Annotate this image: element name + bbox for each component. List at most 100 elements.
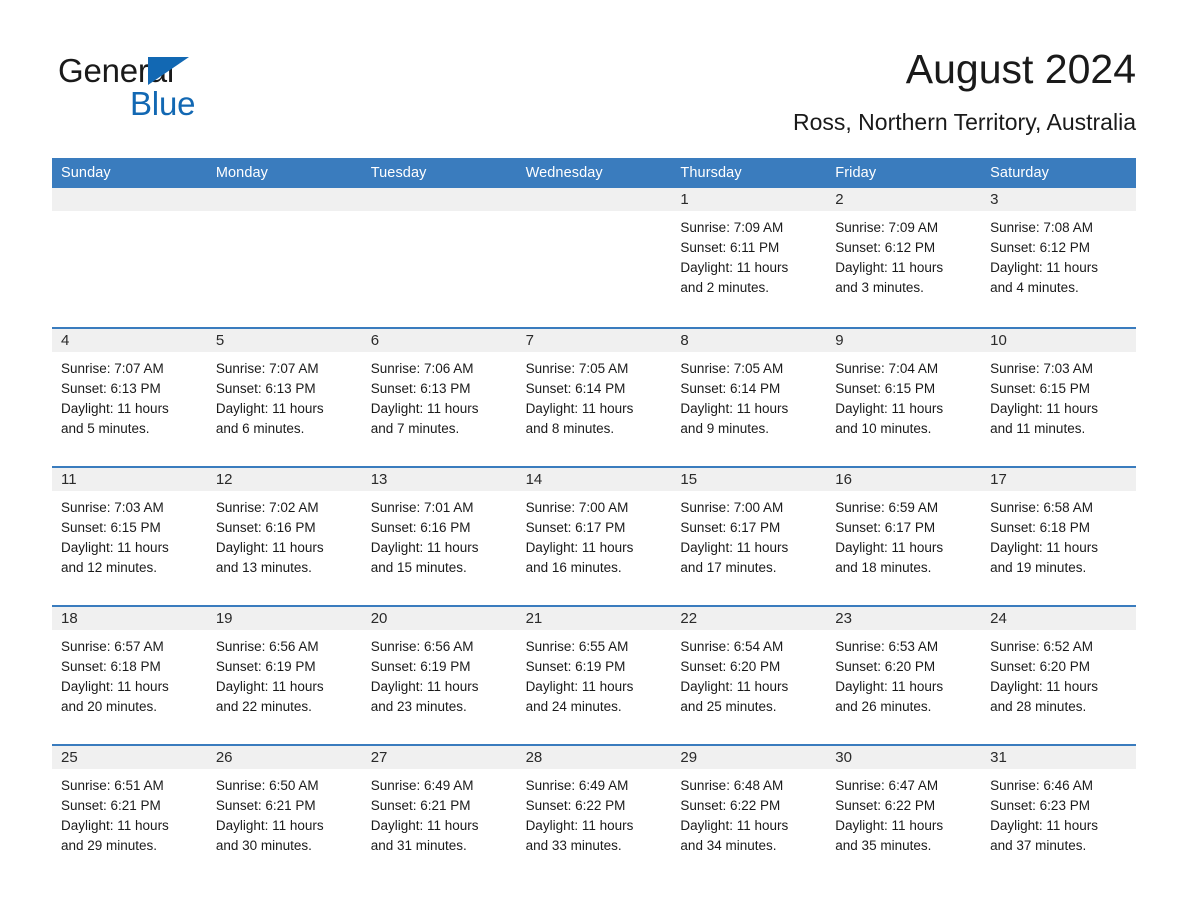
day-number: 29	[680, 748, 698, 766]
daylight-text: Daylight: 11 hours	[525, 818, 634, 833]
day-number: 28	[525, 748, 543, 766]
daylight-text: Daylight: 11 hours	[215, 401, 324, 416]
day-details	[362, 211, 517, 218]
day-cell[interactable]: 22 Sunrise: 6:54 AM Sunset: 6:20 PM Dayligh…	[671, 607, 827, 738]
sunrise-text: Sunrise: 6:56 AM	[215, 639, 319, 654]
daylight-text-cont: and 20 minutes.	[61, 699, 158, 714]
sunset-text: Sunset: 6:21 PM	[61, 798, 161, 813]
sunset-text: Sunset: 6:13 PM	[370, 381, 471, 396]
sunrise-text: Sunrise: 6:51 AM	[61, 778, 164, 793]
day-details: Sunrise: 6:49 AM Sunset: 6:22 PM Daylight:…	[517, 769, 672, 856]
sunset-text: Sunset: 6:23 PM	[990, 798, 1090, 813]
daylight-text-cont: and 11 minutes.	[990, 421, 1086, 436]
sunrise-text: Sunrise: 7:04 AM	[835, 361, 939, 376]
weekday-header-tuesday: Tuesday	[370, 164, 427, 181]
page-title: August 2024	[905, 46, 1136, 92]
sunset-text: Sunset: 6:20 PM	[990, 659, 1090, 674]
sunset-text: Sunset: 6:17 PM	[525, 520, 626, 535]
day-cell[interactable]: 16 Sunrise: 6:59 AM Sunset: 6:17 PM Dayligh…	[826, 468, 982, 599]
day-cell[interactable]: 13 Sunrise: 7:01 AM Sunset: 6:16 PM Dayligh…	[361, 468, 517, 599]
day-cell[interactable]: 24 Sunrise: 6:52 AM Sunset: 6:20 PM Dayligh…	[981, 607, 1136, 738]
daylight-text-cont: and 5 minutes.	[61, 421, 150, 436]
daylight-text: Daylight: 11 hours	[680, 818, 789, 833]
sunset-text: Sunset: 6:15 PM	[990, 381, 1090, 396]
day-details: Sunrise: 7:06 AM Sunset: 6:13 PM Daylight:…	[362, 352, 517, 439]
sunset-text: Sunset: 6:16 PM	[370, 520, 471, 535]
sunset-text: Sunset: 6:15 PM	[61, 520, 161, 535]
day-cell[interactable]: 10 Sunrise: 7:03 AM Sunset: 6:15 PM Dayligh…	[981, 329, 1136, 460]
day-cell[interactable]: 17 Sunrise: 6:58 AM Sunset: 6:18 PM Dayligh…	[981, 468, 1136, 599]
day-number-band: 14	[516, 468, 672, 491]
day-cell[interactable]: 20 Sunrise: 6:56 AM Sunset: 6:19 PM Dayligh…	[361, 607, 517, 738]
weekday-header-saturday: Saturday	[990, 164, 1049, 181]
day-details: Sunrise: 6:47 AM Sunset: 6:22 PM Daylight:…	[826, 769, 981, 856]
day-cell[interactable]: 14 Sunrise: 7:00 AM Sunset: 6:17 PM Dayligh…	[516, 468, 672, 599]
sunrise-text: Sunrise: 6:57 AM	[61, 639, 164, 654]
daylight-text: Daylight: 11 hours	[835, 818, 944, 833]
day-cell[interactable]: 18 Sunrise: 6:57 AM Sunset: 6:18 PM Dayligh…	[52, 607, 207, 738]
sunrise-text: Sunrise: 6:54 AM	[680, 639, 784, 654]
day-number-band: 26	[206, 746, 362, 769]
day-number: 24	[990, 609, 1007, 627]
day-cell[interactable]: 2 Sunrise: 7:09 AM Sunset: 6:12 PM Daylight…	[826, 188, 982, 321]
logo-text-blue: Blue	[130, 85, 196, 122]
daylight-text: Daylight: 11 hours	[525, 540, 634, 555]
week-row: 25 Sunrise: 6:51 AM Sunset: 6:21 PM Dayligh…	[52, 744, 1136, 877]
day-number: 20	[370, 609, 388, 627]
daylight-text: Daylight: 11 hours	[370, 540, 479, 555]
day-cell[interactable]: 27 Sunrise: 6:49 AM Sunset: 6:21 PM Dayligh…	[361, 746, 517, 877]
day-details: Sunrise: 6:59 AM Sunset: 6:17 PM Daylight:…	[826, 491, 981, 578]
day-cell[interactable]: 29 Sunrise: 6:48 AM Sunset: 6:22 PM Dayligh…	[671, 746, 827, 877]
day-cell[interactable]: 3 Sunrise: 7:08 AM Sunset: 6:12 PM Daylight…	[981, 188, 1136, 321]
daylight-text: Daylight: 11 hours	[990, 540, 1098, 555]
day-cell[interactable]: 11 Sunrise: 7:03 AM Sunset: 6:15 PM Dayligh…	[52, 468, 207, 599]
sunset-text: Sunset: 6:13 PM	[61, 381, 161, 396]
sunset-text: Sunset: 6:18 PM	[990, 520, 1090, 535]
day-number-band	[361, 188, 517, 211]
day-cell[interactable]: 28 Sunrise: 6:49 AM Sunset: 6:22 PM Dayligh…	[516, 746, 672, 877]
day-cell-empty	[361, 188, 517, 321]
day-cell[interactable]: 26 Sunrise: 6:50 AM Sunset: 6:21 PM Dayligh…	[206, 746, 362, 877]
day-cell[interactable]: 19 Sunrise: 6:56 AM Sunset: 6:19 PM Dayligh…	[206, 607, 362, 738]
daylight-text-cont: and 7 minutes.	[370, 421, 460, 436]
triangle-icon	[148, 57, 189, 85]
day-cell[interactable]: 25 Sunrise: 6:51 AM Sunset: 6:21 PM Dayligh…	[52, 746, 207, 877]
day-number-band: 1	[671, 188, 827, 211]
daylight-text: Daylight: 11 hours	[680, 401, 789, 416]
day-cell[interactable]: 31 Sunrise: 6:46 AM Sunset: 6:23 PM Dayligh…	[981, 746, 1136, 877]
day-cell[interactable]: 12 Sunrise: 7:02 AM Sunset: 6:16 PM Dayligh…	[206, 468, 362, 599]
day-number: 13	[370, 470, 388, 488]
day-cell[interactable]: 15 Sunrise: 7:00 AM Sunset: 6:17 PM Dayligh…	[671, 468, 827, 599]
daylight-text-cont: and 6 minutes.	[215, 421, 305, 436]
daylight-text: Daylight: 11 hours	[215, 818, 324, 833]
daylight-text: Daylight: 11 hours	[835, 401, 944, 416]
day-details: Sunrise: 7:09 AM Sunset: 6:12 PM Daylight:…	[826, 211, 981, 298]
day-cell[interactable]: 6 Sunrise: 7:06 AM Sunset: 6:13 PM Daylight…	[361, 329, 517, 460]
day-number: 22	[680, 609, 698, 627]
daylight-text-cont: and 3 minutes.	[835, 280, 924, 295]
day-number-band: 23	[826, 607, 982, 630]
daylight-text-cont: and 8 minutes.	[525, 421, 615, 436]
day-details: Sunrise: 7:08 AM Sunset: 6:12 PM Daylight:…	[981, 211, 1136, 298]
sunset-text: Sunset: 6:16 PM	[215, 520, 316, 535]
sunrise-text: Sunrise: 6:50 AM	[215, 778, 319, 793]
day-details: Sunrise: 7:03 AM Sunset: 6:15 PM Daylight:…	[52, 491, 207, 578]
day-cell[interactable]: 30 Sunrise: 6:47 AM Sunset: 6:22 PM Dayligh…	[826, 746, 982, 877]
day-number-band	[516, 188, 672, 211]
day-cell[interactable]: 4 Sunrise: 7:07 AM Sunset: 6:13 PM Daylight…	[52, 329, 207, 460]
day-cell-empty	[206, 188, 362, 321]
day-number: 10	[990, 331, 1007, 349]
day-cell[interactable]: 5 Sunrise: 7:07 AM Sunset: 6:13 PM Daylight…	[206, 329, 362, 460]
day-cell[interactable]: 21 Sunrise: 6:55 AM Sunset: 6:19 PM Dayligh…	[516, 607, 672, 738]
day-cell[interactable]: 9 Sunrise: 7:04 AM Sunset: 6:15 PM Daylight…	[826, 329, 982, 460]
day-cell[interactable]: 1 Sunrise: 7:09 AM Sunset: 6:11 PM Daylight…	[671, 188, 827, 321]
day-cell[interactable]: 23 Sunrise: 6:53 AM Sunset: 6:20 PM Dayligh…	[826, 607, 982, 738]
day-cell[interactable]: 8 Sunrise: 7:05 AM Sunset: 6:14 PM Daylight…	[671, 329, 827, 460]
sunrise-text: Sunrise: 6:59 AM	[835, 500, 939, 515]
daylight-text: Daylight: 11 hours	[215, 679, 324, 694]
sunset-text: Sunset: 6:22 PM	[835, 798, 936, 813]
sunrise-text: Sunrise: 7:01 AM	[370, 500, 474, 515]
day-cell[interactable]: 7 Sunrise: 7:05 AM Sunset: 6:14 PM Daylight…	[516, 329, 672, 460]
day-number-band: 27	[361, 746, 517, 769]
sunset-text: Sunset: 6:21 PM	[215, 798, 316, 813]
